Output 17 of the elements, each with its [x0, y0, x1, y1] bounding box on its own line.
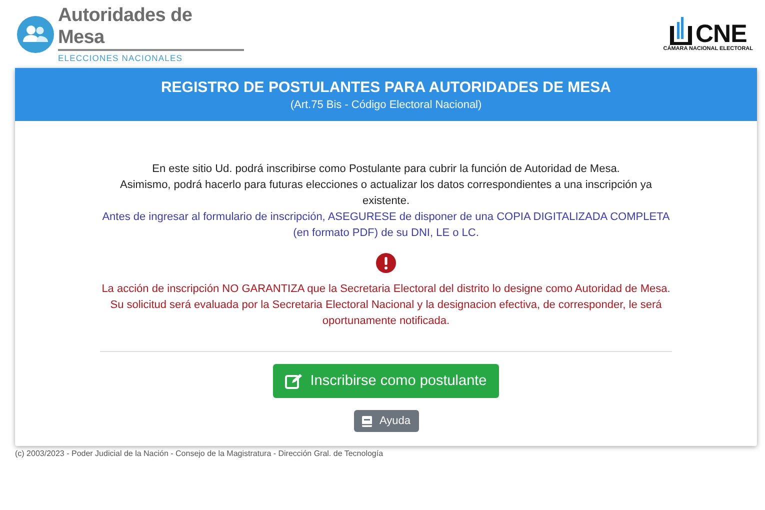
site-title: Autoridades de Mesa — [58, 5, 244, 51]
people-icon — [17, 16, 54, 52]
register-button[interactable]: Inscribirse como postulante — [273, 364, 499, 398]
book-icon — [362, 416, 372, 426]
warning-text: La acción de inscripción NO GARANTIZA que la Secretaria Electoral del distrito lo designe como Autoridad de Mesa. Su solicitud será evaluada por la Secretaria Electoral Nacional y la designacion efectiva, de corresponder, le será oportunamente notificada. — [100, 282, 672, 329]
info-text: Antes de ingresar al formulario de inscripción, ASEGURESE de disponer de una COPIA DIGITALIZADA COMPLETA (en formato PDF) de su DNI, LE o LC. — [101, 210, 671, 241]
site-subtitle: ELECCIONES NACIONALES — [58, 53, 184, 63]
building-icon — [669, 16, 694, 46]
footer-text: (c) 2003/2023 - Poder Judicial de la Nación - Consejo de la Magistratura - Dirección Gral. de Tecnología — [15, 449, 384, 458]
exclamation-icon — [376, 253, 396, 273]
logo-wordmark: CNE — [695, 22, 747, 46]
help-button[interactable]: Ayuda — [354, 410, 418, 432]
intro-text: En este sitio Ud. podrá inscribirse como Postulante para cubrir la función de Autoridad de Mesa. — [152, 162, 620, 177]
card-title: REGISTRO DE POSTULANTES PARA AUTORIDADES DE MESA — [160, 79, 612, 96]
intro-text: Asimismo, podrá hacerlo para futuras elecciones o actualizar los datos correspondientes a una inscripción ya existente. — [119, 178, 653, 209]
card-subtitle: (Art.75 Bis - Código Electoral Nacional) — [290, 99, 482, 111]
edit-icon — [285, 374, 302, 388]
